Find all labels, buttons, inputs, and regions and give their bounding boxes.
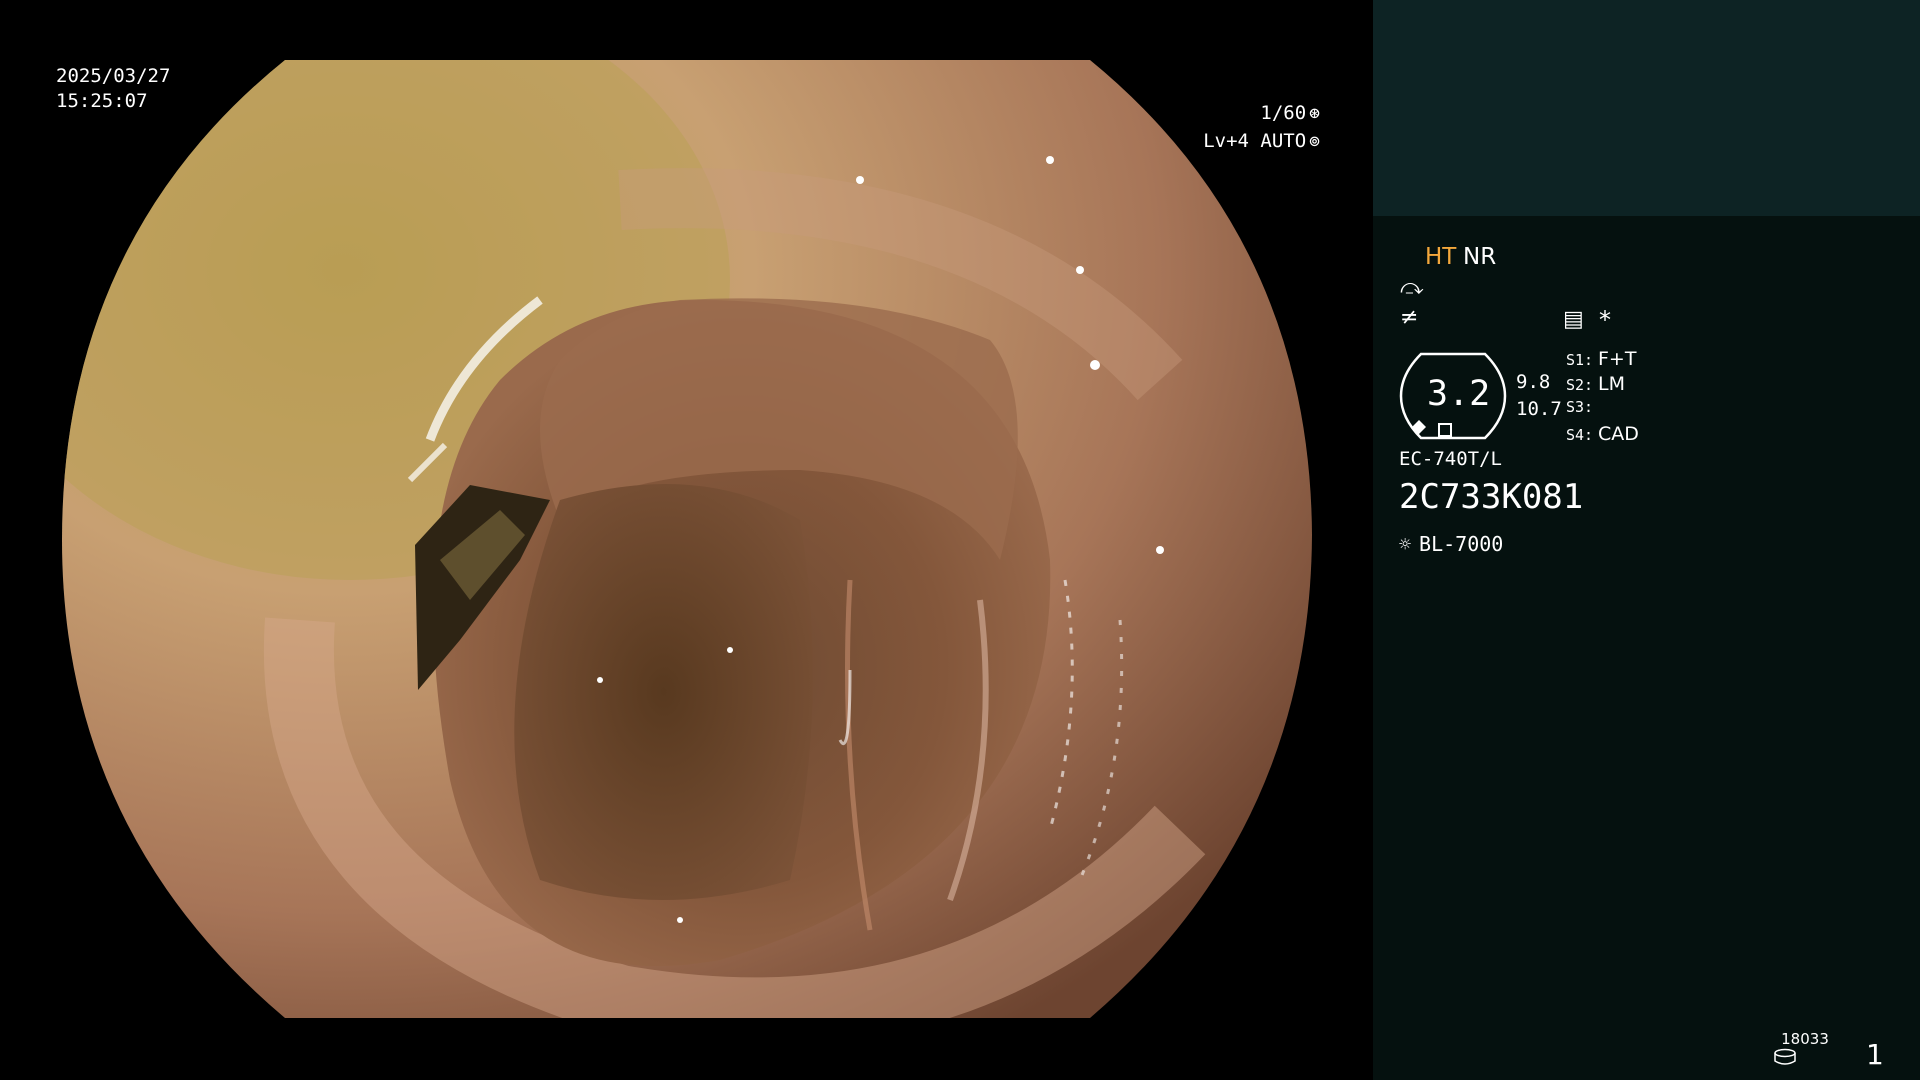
aperture-icon: ⊛ bbox=[1309, 102, 1320, 124]
slot-s3: S3: bbox=[1566, 398, 1639, 423]
slot-key: S1: bbox=[1566, 351, 1594, 369]
shutter-speed: 1/60 bbox=[1260, 101, 1307, 124]
curve-icon: ⤼ bbox=[1400, 275, 1424, 300]
endoscopic-image bbox=[62, 60, 1312, 1018]
slot-value: LM bbox=[1598, 373, 1625, 395]
capture-time: 15:25:07 bbox=[56, 90, 148, 112]
lens-value: 3.2 bbox=[1427, 374, 1491, 414]
light-source-name: BL-7000 bbox=[1419, 532, 1504, 556]
not-equal-icon: ≠ bbox=[1400, 305, 1419, 330]
slot-key: S4: bbox=[1566, 426, 1594, 444]
slot-value: F+T bbox=[1598, 348, 1637, 370]
image-counter: 18033 bbox=[1781, 1030, 1829, 1048]
slot-s4: S4: CAD bbox=[1566, 423, 1639, 448]
lens-value-1: 9.8 bbox=[1516, 371, 1551, 393]
lens-value-2: 10.7 bbox=[1516, 398, 1562, 420]
sun-icon: ☼ bbox=[1399, 532, 1412, 556]
slot-value: CAD bbox=[1598, 423, 1639, 445]
slot-key: S2: bbox=[1566, 376, 1594, 394]
exposure-overlay: 1/60 ⊛ Lv+4 AUTO ⊚ bbox=[1203, 99, 1320, 155]
brightness-level: Lv+4 AUTO bbox=[1203, 129, 1307, 152]
slot-s2: S2: LM bbox=[1566, 373, 1639, 398]
datetime-overlay: 2025/03/27 15:25:07 bbox=[56, 64, 170, 114]
capture-date: 2025/03/27 bbox=[56, 65, 171, 87]
endoscope-viewport: 2025/03/27 15:25:07 1/60 ⊛ Lv+4 AUTO ⊚ bbox=[0, 0, 1372, 1080]
storage-icon bbox=[1774, 1048, 1796, 1065]
mode-ht-label: HT bbox=[1425, 244, 1457, 270]
page-number: 1 bbox=[1866, 1038, 1884, 1071]
iris-icon: ⊚ bbox=[1309, 130, 1320, 152]
slot-s1: S1: F+T bbox=[1566, 348, 1639, 373]
mode-nr-label: NR bbox=[1463, 244, 1497, 270]
switch-slots: S1: F+T S2: LM S3: S4: CAD bbox=[1566, 348, 1639, 448]
status-panel: HT NR ⤼ ≠ ▤ * 3.2 9.8 10.7 S1: F+T S2: L… bbox=[1373, 0, 1920, 1080]
slot-key: S3: bbox=[1566, 398, 1594, 416]
asterisk-icon: * bbox=[1599, 306, 1611, 334]
panel-header-area bbox=[1373, 0, 1920, 216]
scope-model: EC-740T/L bbox=[1399, 448, 1502, 470]
scope-serial: 2C733K081 bbox=[1399, 477, 1584, 517]
memo-icon: ▤ bbox=[1563, 307, 1584, 332]
light-source-row: ☼ BL-7000 bbox=[1399, 532, 1503, 556]
